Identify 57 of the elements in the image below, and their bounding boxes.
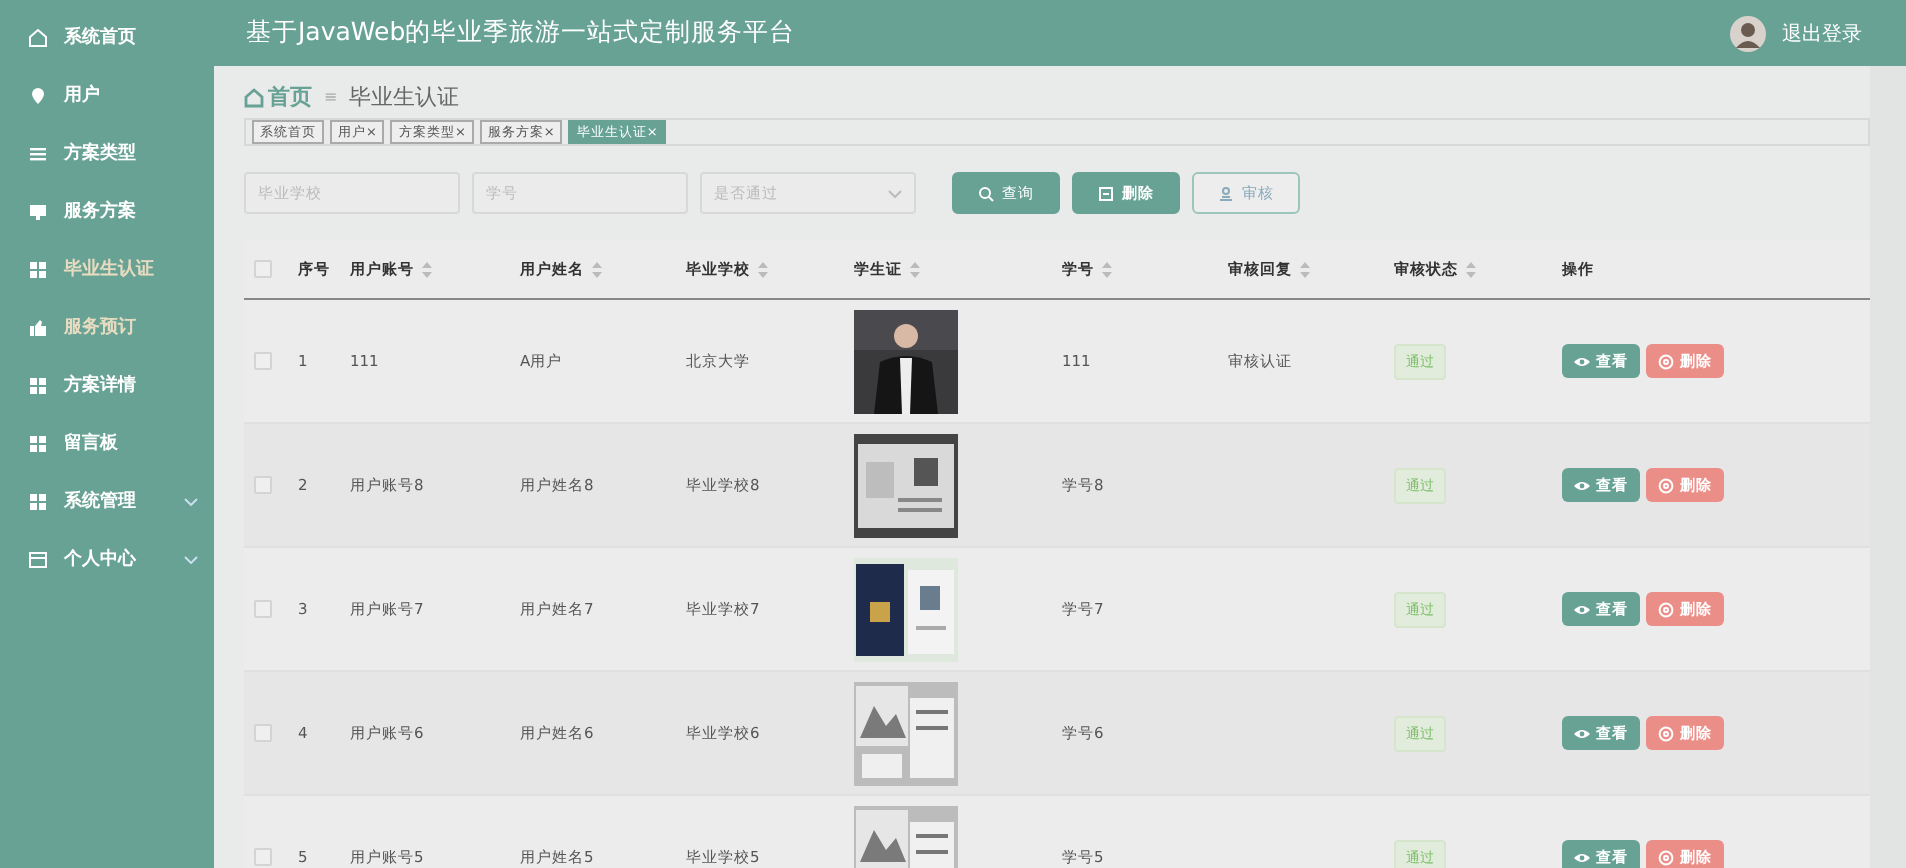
row-checkbox[interactable] [254, 352, 272, 370]
sort-icon [1102, 261, 1112, 277]
pin-icon [28, 85, 48, 105]
sidebar-item[interactable]: 系统管理 [0, 472, 214, 530]
delete-icon [1658, 353, 1674, 369]
chevron-icon [184, 555, 198, 563]
sidebar-item[interactable]: 服务方案 [0, 182, 214, 240]
grid-icon [28, 433, 48, 453]
sidebar-item[interactable]: 用户 [0, 66, 214, 124]
app-title: 基于JavaWeb的毕业季旅游一站式定制服务平台 [246, 16, 796, 50]
thumbs-up-icon [28, 317, 48, 337]
sort-icon [910, 261, 920, 277]
breadcrumb-separator: ≡ [324, 88, 338, 106]
delete-icon [1658, 477, 1674, 493]
delete-icon [1658, 601, 1674, 617]
grid-icon [28, 491, 48, 511]
delete-icon [1658, 725, 1674, 741]
grid-icon [28, 375, 48, 395]
grid-icon [28, 259, 48, 279]
stamp-icon [1218, 185, 1234, 201]
eye-icon [1574, 479, 1590, 491]
sort-icon [758, 261, 768, 277]
sidebar-item[interactable]: 服务预订 [0, 298, 214, 356]
row-checkbox[interactable] [254, 600, 272, 618]
select-all-checkbox[interactable] [254, 260, 272, 278]
scrollbar[interactable] [1870, 66, 1906, 868]
sidebar-item[interactable]: 个人中心 [0, 530, 214, 588]
sidebar-item[interactable]: 方案详情 [0, 356, 214, 414]
logout-link[interactable]: 退出登录 [1782, 19, 1862, 47]
sort-icon [592, 261, 602, 277]
chevron-icon [888, 189, 902, 197]
sort-icon [1466, 261, 1476, 277]
breadcrumb-current: 毕业生认证 [349, 82, 460, 112]
row-checkbox[interactable] [254, 848, 272, 866]
sort-icon [422, 261, 432, 277]
sidebar-item[interactable]: 方案类型 [0, 124, 214, 182]
row-checkbox[interactable] [254, 476, 272, 494]
sort-icon [1300, 261, 1310, 277]
monitor-icon [28, 201, 48, 221]
avatar-icon [1730, 15, 1766, 51]
delete-icon [1658, 849, 1674, 865]
eye-icon [1574, 355, 1590, 367]
chevron-icon [184, 497, 198, 505]
delete-icon [1098, 185, 1114, 201]
sidebar-item[interactable]: 留言板 [0, 414, 214, 472]
list-icon [28, 143, 48, 163]
search-icon [978, 185, 994, 201]
sidebar-item[interactable]: 毕业生认证 [0, 240, 214, 298]
eye-icon [1574, 727, 1590, 739]
breadcrumb-home-link[interactable]: 首页 [244, 82, 312, 112]
home-icon [244, 87, 264, 107]
home-icon [28, 27, 48, 47]
sidebar-item[interactable]: 系统首页 [0, 8, 214, 66]
row-checkbox[interactable] [254, 724, 272, 742]
eye-icon [1574, 603, 1590, 615]
eye-icon [1574, 851, 1590, 863]
window-icon [28, 549, 48, 569]
